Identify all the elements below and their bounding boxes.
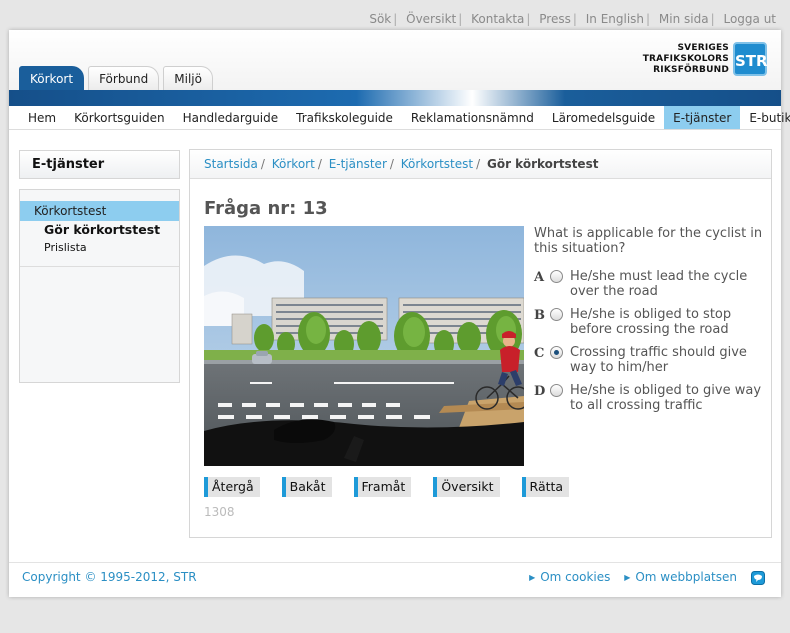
answer-text: He/she is obliged to give way to all cro… (570, 383, 762, 413)
sidebar-divider (20, 266, 179, 267)
footer-link-cookies[interactable]: Om cookies (540, 570, 610, 584)
tab-miljo[interactable]: Miljö (163, 66, 213, 90)
answer-option-b[interactable]: B He/she is obliged to stop before cross… (534, 307, 766, 337)
site-footer: Copyright © 1995-2012, STR ▶ Om cookies ▶… (9, 562, 781, 592)
answer-letter: C (534, 346, 545, 361)
top-link-logout[interactable]: Logga ut (723, 12, 776, 26)
answer-text: He/she must lead the cycle over the road (570, 269, 748, 299)
answer-text: He/she is obliged to stop before crossin… (570, 307, 732, 337)
left-sidebar: E-tjänster Körkortstest Gör körkortstest… (19, 150, 180, 383)
tab-forbund[interactable]: Förbund (88, 66, 160, 90)
back-button[interactable]: Bakåt (281, 477, 332, 497)
answer-option-a[interactable]: A He/she must lead the cycle over the ro… (534, 269, 766, 299)
top-link-english[interactable]: In English (586, 12, 644, 26)
header-blue-bar (9, 90, 781, 106)
subnav-e-tjanster[interactable]: E-tjänster (664, 106, 741, 129)
top-link-my-page[interactable]: Min sida (659, 12, 709, 26)
answer-letter: D (534, 384, 546, 399)
question-text: What is applicable for the cyclist in th… (534, 226, 763, 256)
top-links: Sök | Översikt | Kontakta | Press | In Engli… (369, 12, 776, 26)
sidebar-nav: Körkortstest Gör körkortstest Prislista (19, 189, 180, 383)
subnav-trafikskoleguide[interactable]: Trafikskoleguide (287, 106, 402, 129)
answer-radio-d[interactable] (550, 384, 563, 397)
arrow-right-icon: ▶ (529, 573, 536, 582)
answer-text: Crossing traffic should give way to him/… (570, 345, 747, 375)
tab-korkort[interactable]: Körkort (19, 66, 85, 90)
breadcrumb-korkortstest[interactable]: Körkortstest (401, 157, 473, 171)
answer-radio-c[interactable] (550, 346, 563, 359)
page-container: SVERIGES TRAFIKSKOLORS RIKSFÖRBUND STR K… (9, 30, 790, 597)
answer-radio-a[interactable] (550, 270, 563, 283)
forward-button[interactable]: Framåt (353, 477, 412, 497)
return-button[interactable]: Återgå (204, 477, 260, 497)
answer-letter: B (534, 308, 545, 323)
correct-button[interactable]: Rätta (521, 477, 570, 497)
answer-radio-b[interactable] (550, 308, 563, 321)
answer-letter: A (534, 270, 545, 285)
traffic-scene-illustration (204, 226, 524, 466)
copyright-text: Copyright © 1995-2012, STR (22, 570, 197, 584)
subnav-hem[interactable]: Hem (19, 106, 65, 129)
subnav-handledarguide[interactable]: Handledarguide (174, 106, 288, 129)
breadcrumb-e-tjanster[interactable]: E-tjänster (329, 157, 387, 171)
sidebar-item-prislista[interactable]: Prislista (20, 239, 179, 257)
sidebar-title: E-tjänster (19, 150, 180, 179)
site-header: SVERIGES TRAFIKSKOLORS RIKSFÖRBUND STR K… (9, 30, 790, 130)
subnav-laromedelsguide[interactable]: Läromedelsguide (543, 106, 664, 129)
question-code: 1308 (204, 505, 235, 519)
footer-link-about[interactable]: Om webbplatsen (635, 570, 737, 584)
overview-button[interactable]: Översikt (433, 477, 500, 497)
str-logo[interactable]: SVERIGES TRAFIKSKOLORS RIKSFÖRBUND STR (642, 42, 768, 76)
top-link-press[interactable]: Press (539, 12, 571, 26)
sidebar-item-korkortstest[interactable]: Körkortstest (20, 201, 179, 221)
sidebar-item-gor-korkortstest[interactable]: Gör körkortstest (20, 221, 179, 239)
logo-mark: STR (733, 42, 768, 76)
quiz-button-row: Återgå Bakåt Framåt Översikt Rätta (204, 477, 591, 497)
breadcrumb-current: Gör körkortstest (486, 157, 599, 171)
footer-links: ▶ Om cookies ▶ Om webbplatsen (519, 570, 737, 584)
sub-navigation: Hem Körkortsguiden Handledarguide Trafik… (9, 106, 790, 130)
top-link-search[interactable]: Sök (369, 12, 391, 26)
subnav-korkortsguiden[interactable]: Körkortsguiden (65, 106, 173, 129)
arrow-right-icon: ▶ (624, 573, 631, 582)
breadcrumb-startsida[interactable]: Startsida (204, 157, 258, 171)
chat-icon[interactable] (751, 571, 765, 585)
question-number: Fråga nr: 13 (204, 198, 328, 219)
main-tabs: Körkort Förbund Miljö (19, 66, 217, 90)
subnav-e-butik[interactable]: E-butik (740, 106, 790, 129)
main-content: Startsida / Körkort / E-tjänster / Körkorts… (189, 149, 772, 538)
subnav-reklamationsnamnd[interactable]: Reklamationsnämnd (402, 106, 543, 129)
breadcrumb-korkort[interactable]: Körkort (272, 157, 315, 171)
top-link-overview[interactable]: Översikt (406, 12, 456, 26)
answer-option-d[interactable]: D He/she is obliged to give way to all c… (534, 383, 766, 413)
breadcrumb: Startsida / Körkort / E-tjänster / Körkorts… (190, 150, 771, 179)
logo-text: SVERIGES TRAFIKSKOLORS RIKSFÖRBUND (642, 42, 729, 75)
top-link-contact[interactable]: Kontakta (471, 12, 524, 26)
answer-option-c[interactable]: C Crossing traffic should give way to hi… (534, 345, 766, 375)
